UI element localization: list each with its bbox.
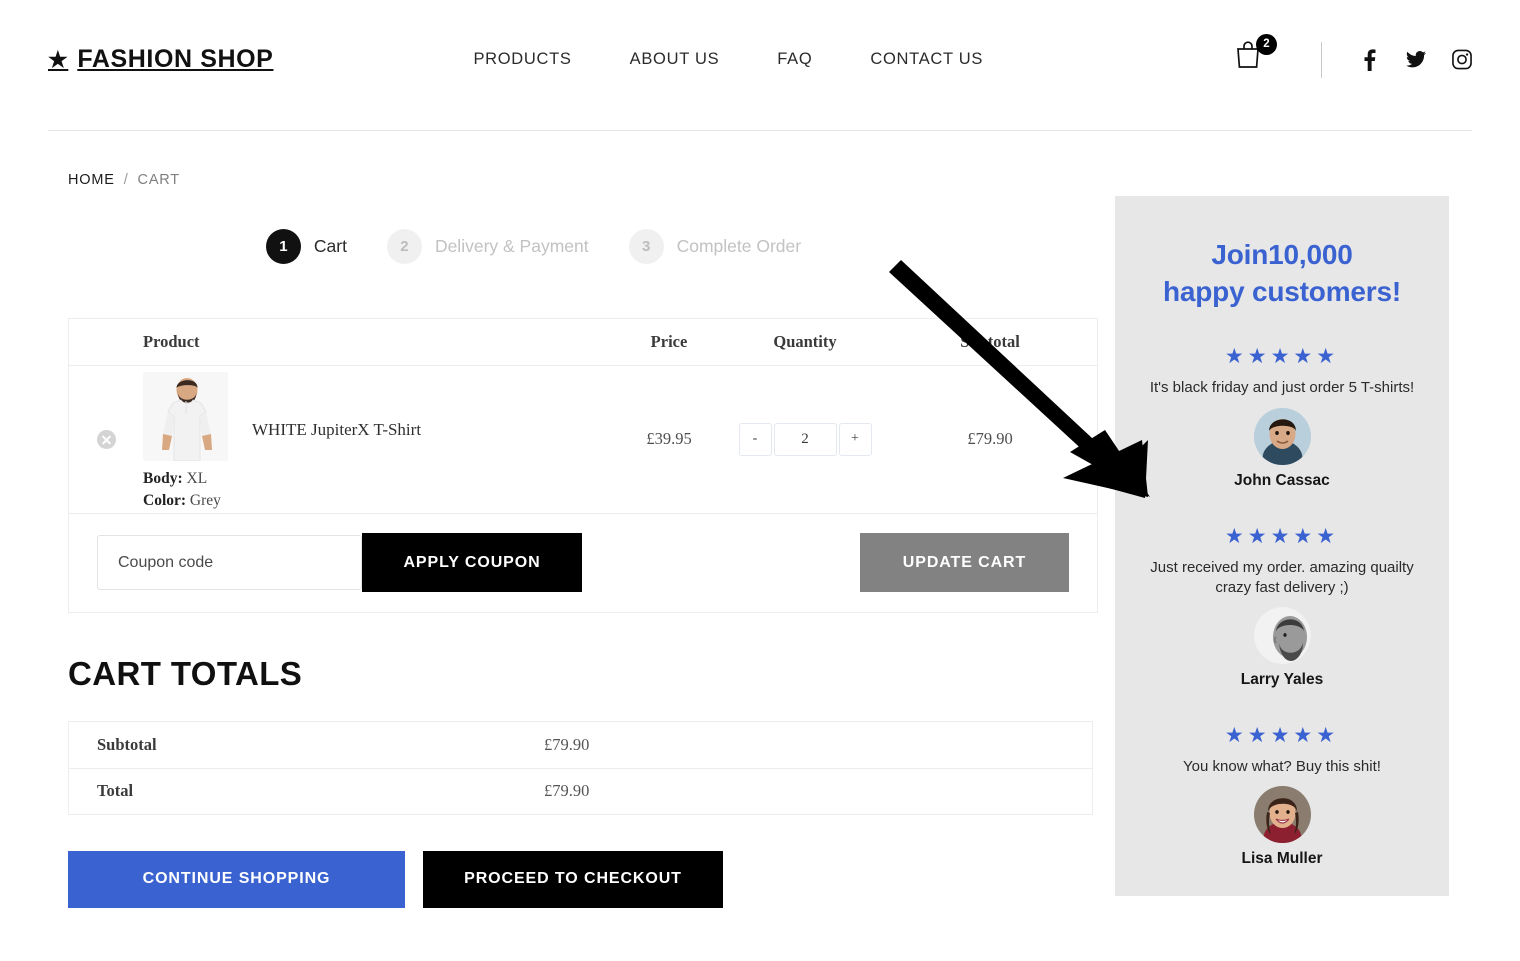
totals-value: £79.90 [544,734,590,754]
attribute-body: Body: XL [143,468,235,490]
breadcrumb-home[interactable]: HOME [68,172,115,188]
site-header: ★ FASHION SHOP PRODUCTS ABOUT US FAQ CON… [0,0,1520,131]
attribute-color: Color: Grey [143,490,235,512]
checkout-steps: 1 Cart 2 Delivery & Payment 3 Complete O… [0,229,1115,264]
column-quantity: Quantity [773,332,837,351]
step-delivery-payment[interactable]: 2 Delivery & Payment [386,229,589,264]
continue-shopping-button[interactable]: CONTINUE SHOPPING [68,850,405,908]
product-price: £39.95 [646,429,692,449]
testimonial-author: John Cassac [1234,471,1330,489]
nav-item-contact-us[interactable]: CONTACT US [870,50,983,69]
attribute-body-value: XL [186,470,208,487]
avatar [1253,786,1311,844]
rating-stars-icon: ★★★★★ [1224,524,1340,548]
product-attributes: Body: XL Color: Grey [143,468,235,513]
cart-button[interactable]: 2 [1235,33,1277,80]
table-row: Body: XL Color: Grey WHITE JupiterX T-Sh… [69,366,1097,514]
breadcrumb-current: CART [137,172,180,188]
product-name[interactable]: WHITE JupiterX T-Shirt [252,420,421,440]
testimonial-text: Just received my order. amazing quailty … [1150,558,1414,596]
header-utilities: 2 [1235,33,1472,80]
product-thumb-block: Body: XL Color: Grey [143,372,235,513]
quantity-stepper: - 2 + [738,422,872,456]
cart-totals-table: Subtotal £79.90 Total £79.90 [68,720,1093,815]
coupon-row: APPLY COUPON UPDATE CART [69,514,1097,612]
twitter-icon[interactable] [1406,49,1426,70]
cart-actions: CONTINUE SHOPPING PROCEED TO CHECKOUT [68,850,1115,908]
avatar [1253,407,1311,465]
header-bottom-rule [48,130,1472,131]
product-thumbnail[interactable] [143,372,228,461]
rating-stars-icon: ★★★★★ [1224,724,1340,748]
sidebar-column: Join10,000 happy customers! ★★★★★ It's b… [1115,196,1520,908]
product-cell: Body: XL Color: Grey WHITE JupiterX T-Sh… [143,366,613,513]
breadcrumb: HOME / CART [0,131,1520,188]
cart-table: Product Price Quantity Subtotal Body: XL… [68,318,1098,613]
update-cart-button[interactable]: UPDATE CART [860,533,1069,593]
testimonial-author: Lisa Muller [1241,850,1323,868]
totals-label: Total [97,781,134,801]
quantity-decrease-button[interactable]: - [738,422,772,456]
testimonial-item: ★★★★★ Just received my order. amazing qu… [1137,526,1427,690]
step-label: Delivery & Payment [434,236,589,256]
step-complete-order[interactable]: 3 Complete Order [628,229,802,264]
testimonials-title: Join10,000 happy customers! [1137,236,1427,310]
testimonial-author: Larry Yales [1240,671,1324,689]
site-logo[interactable]: ★ FASHION SHOP [48,45,273,74]
cart-main-column: 1 Cart 2 Delivery & Payment 3 Complete O… [0,196,1115,908]
facebook-icon[interactable] [1360,48,1380,71]
coupon-input[interactable] [97,535,362,591]
testimonial-item: ★★★★★ It's black friday and just order 5… [1137,346,1427,489]
step-cart[interactable]: 1 Cart [265,229,347,264]
breadcrumb-separator: / [123,172,129,188]
cart-table-header: Product Price Quantity Subtotal [69,319,1097,366]
nav-item-about-us[interactable]: ABOUT US [630,50,720,69]
testimonial-text: It's black friday and just order 5 T-shi… [1149,379,1415,397]
product-subtotal: £79.90 [967,429,1013,449]
page-content: 1 Cart 2 Delivery & Payment 3 Complete O… [0,188,1520,908]
quantity-input[interactable]: 2 [773,422,837,456]
quantity-increase-button[interactable]: + [838,422,872,456]
attribute-body-label: Body: [143,470,183,487]
header-divider [1321,41,1322,78]
social-links [1360,48,1472,71]
star-icon: ★ [48,46,69,72]
column-price: Price [650,332,688,351]
nav-item-products[interactable]: PRODUCTS [473,50,571,69]
testimonials-title-line1: Join10,000 [1211,239,1353,270]
rating-stars-icon: ★★★★★ [1224,345,1340,369]
cart-totals-title: CART TOTALS [68,654,303,692]
totals-label: Subtotal [97,734,157,754]
remove-item-button[interactable] [69,429,143,449]
nav-item-faq[interactable]: FAQ [777,50,812,69]
attribute-color-label: Color: [143,492,187,510]
step-number: 2 [386,229,422,264]
main-navigation: PRODUCTS ABOUT US FAQ CONTACT US [473,50,983,69]
totals-row-total: Total £79.90 [69,767,1092,814]
testimonial-item: ★★★★★ You know what? Buy this shit! Lisa… [1137,725,1427,868]
step-label: Complete Order [676,236,802,256]
apply-coupon-button[interactable]: APPLY COUPON [362,533,582,593]
avatar [1253,607,1311,665]
quantity-cell: - 2 + [725,422,885,456]
column-product: Product [143,332,200,351]
proceed-to-checkout-button[interactable]: PROCEED TO CHECKOUT [423,850,723,908]
cart-count-badge: 2 [1256,33,1277,55]
step-number: 3 [628,229,664,264]
testimonials-title-line2: happy customers! [1163,276,1401,308]
close-icon[interactable] [96,429,116,449]
testimonials-panel: Join10,000 happy customers! ★★★★★ It's b… [1115,196,1449,897]
logo-text: FASHION SHOP [77,45,274,73]
totals-row-subtotal: Subtotal £79.90 [69,722,1092,768]
instagram-icon[interactable] [1452,49,1472,70]
testimonial-text: You know what? Buy this shit! [1183,758,1381,776]
step-label: Cart [313,236,347,256]
step-number: 1 [265,229,301,264]
totals-value: £79.90 [544,781,590,801]
column-subtotal: Subtotal [960,332,1020,351]
attribute-color-value: Grey [189,492,221,510]
